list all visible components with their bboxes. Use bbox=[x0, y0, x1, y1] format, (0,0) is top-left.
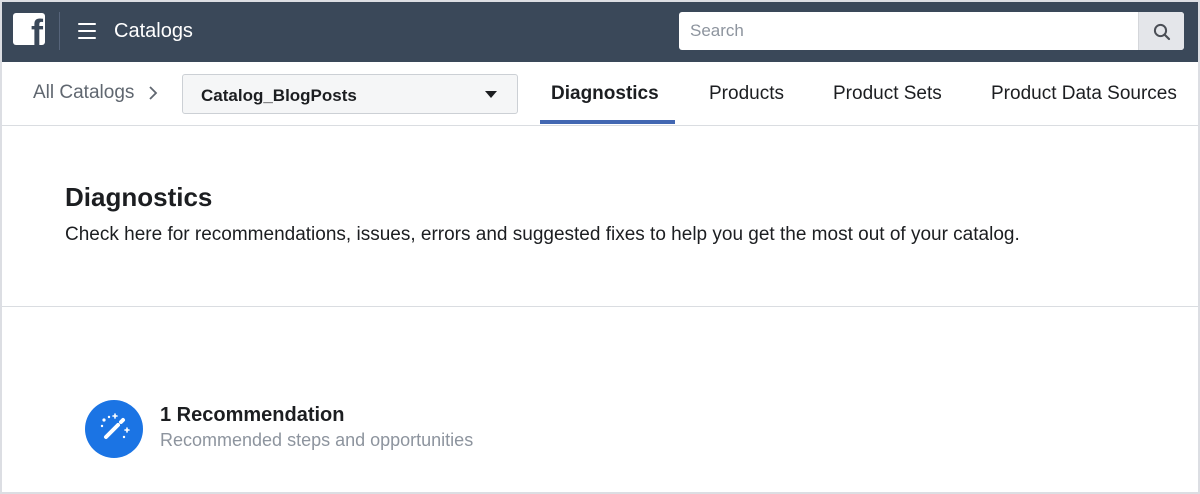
magic-wand-icon bbox=[85, 400, 143, 458]
chevron-right-icon bbox=[149, 86, 158, 100]
top-bar: f Catalogs bbox=[2, 2, 1198, 62]
app-window: f Catalogs All Catalogs Catalog_BlogPost… bbox=[0, 0, 1200, 494]
catalog-dropdown-value: Catalog_BlogPosts bbox=[201, 86, 357, 105]
caret-down-icon bbox=[485, 91, 497, 98]
tab-products[interactable]: Products bbox=[709, 82, 784, 106]
tab-product-sets[interactable]: Product Sets bbox=[833, 82, 942, 106]
facebook-logo-icon[interactable]: f bbox=[13, 13, 45, 45]
diagnostics-header: Diagnostics Check here for recommendatio… bbox=[2, 127, 1198, 307]
catalog-subnav: All Catalogs Catalog_BlogPosts Diagnosti… bbox=[2, 62, 1198, 126]
search-button[interactable] bbox=[1138, 12, 1184, 50]
search-input[interactable] bbox=[679, 12, 1137, 50]
tab-product-data-sources[interactable]: Product Data Sources bbox=[991, 82, 1177, 106]
tab-diagnostics[interactable]: Diagnostics bbox=[551, 82, 659, 106]
catalog-dropdown[interactable]: Catalog_BlogPosts bbox=[182, 74, 518, 114]
top-bar-divider bbox=[59, 12, 60, 50]
page-description: Check here for recommendations, issues, … bbox=[65, 224, 1020, 245]
recommendation-subtitle: Recommended steps and opportunities bbox=[160, 430, 474, 450]
search-icon bbox=[1153, 23, 1171, 41]
active-tab-indicator bbox=[540, 120, 675, 124]
hamburger-menu-icon[interactable] bbox=[78, 23, 96, 39]
recommendation-title: 1 Recommendation bbox=[160, 404, 345, 426]
page-title: Diagnostics bbox=[65, 182, 213, 212]
search-box bbox=[679, 12, 1184, 50]
recommendation-item[interactable]: 1 Recommendation Recommended steps and o… bbox=[85, 400, 685, 464]
breadcrumb-all-catalogs[interactable]: All Catalogs bbox=[33, 82, 134, 104]
app-title: Catalogs bbox=[114, 20, 193, 42]
